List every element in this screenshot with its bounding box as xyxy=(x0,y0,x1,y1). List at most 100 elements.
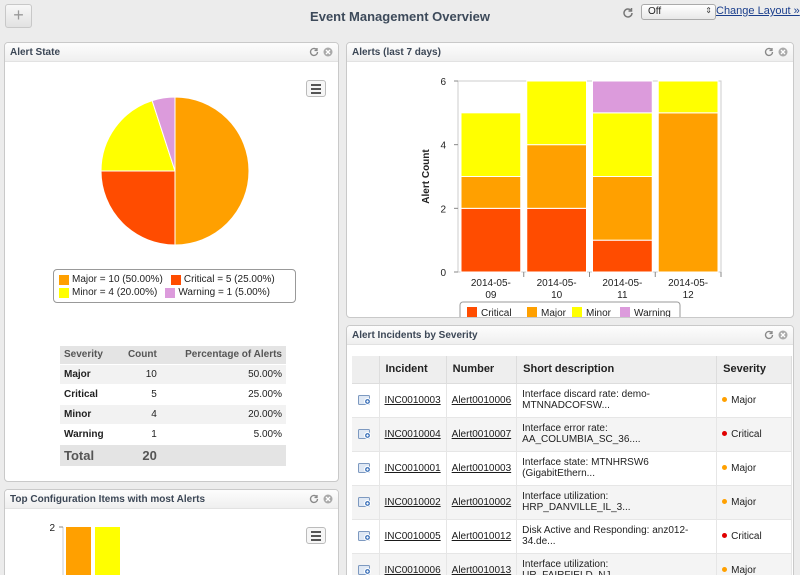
short-description: Interface error rate: AA_COLUMBIA_SC_36..… xyxy=(516,417,718,452)
refresh-icon[interactable] xyxy=(764,47,774,57)
svg-text:Critical: Critical xyxy=(481,308,512,318)
count-column-header: Count xyxy=(116,346,161,365)
severity-dot xyxy=(722,465,728,471)
bar-major-2014-05-12[interactable] xyxy=(657,112,719,273)
preview-record-icon[interactable] xyxy=(358,530,372,542)
x-tick-label: 2014-05- xyxy=(471,278,511,289)
short-description: Interface discard rate: demo- MTNNADCOFSW… xyxy=(516,383,718,418)
top-config-items-header: Top Configuration Items with most Alerts xyxy=(5,490,338,509)
severity-cell: Major xyxy=(716,553,792,575)
table-row: INC0010004 Alert0010007 Interface error ra… xyxy=(352,417,792,452)
severity-label: Major xyxy=(731,394,757,406)
severity-cell: Major xyxy=(716,485,792,520)
bar-major-2014-05-10[interactable] xyxy=(526,144,587,209)
incident-link[interactable]: INC0010002 xyxy=(385,497,441,508)
close-icon[interactable] xyxy=(778,330,788,340)
icon-column-header xyxy=(352,356,380,384)
close-icon[interactable] xyxy=(323,47,333,57)
bar-minor-2014-05-11[interactable] xyxy=(592,112,653,177)
incident-link[interactable]: INC0010005 xyxy=(385,531,441,542)
severity-cell: Critical xyxy=(716,417,792,452)
table-row: INC0010002 Alert0010002 Interface utilizat… xyxy=(352,485,792,520)
preview-record-icon[interactable] xyxy=(358,394,372,406)
incident-link[interactable]: INC0010001 xyxy=(385,463,441,474)
preview-icon-cell[interactable] xyxy=(352,451,380,486)
x-tick-label: 11 xyxy=(617,290,628,301)
incidents-header: Alert Incidents by Severity xyxy=(347,326,793,345)
severity-column-header[interactable]: Severity xyxy=(716,356,792,384)
refresh-icon[interactable] xyxy=(764,330,774,340)
svg-text:Warning: Warning xyxy=(634,308,671,318)
short-description: Interface utilization: HRP_DANVILLE_IL_3.… xyxy=(516,485,718,520)
chart-menu-button[interactable] xyxy=(306,527,326,544)
bar-legend: Critical Major Minor Warning xyxy=(459,301,681,318)
refresh-icon[interactable] xyxy=(309,47,319,57)
alerts-7days-header: Alerts (last 7 days) xyxy=(347,43,793,62)
bar-minor-2014-05-12[interactable] xyxy=(657,80,719,114)
incident-link[interactable]: INC0010006 xyxy=(385,565,441,575)
number-column-header[interactable]: Number xyxy=(446,356,518,384)
preview-icon-cell[interactable] xyxy=(352,519,380,554)
preview-record-icon[interactable] xyxy=(358,496,372,508)
refresh-interval-select[interactable]: Off ⇕ xyxy=(641,4,716,20)
preview-icon-cell[interactable] xyxy=(352,383,380,418)
alert-number-link[interactable]: Alert0010012 xyxy=(452,531,512,542)
alert-number-link[interactable]: Alert0010007 xyxy=(452,429,512,440)
legend-item-warning[interactable]: Warning = 1 (5.00%) xyxy=(165,286,270,299)
alert-number-link[interactable]: Alert0010003 xyxy=(452,463,512,474)
severity-dot xyxy=(722,499,728,505)
x-tick-label: 09 xyxy=(485,290,497,301)
incident-link[interactable]: INC0010003 xyxy=(385,395,441,406)
alert-number-link[interactable]: Alert0010002 xyxy=(452,497,512,508)
preview-record-icon[interactable] xyxy=(358,564,372,575)
alert-number-link[interactable]: Alert0010006 xyxy=(452,395,512,406)
table-row: Major 10 50.00% xyxy=(60,364,286,385)
bar-minor-2014-05-09[interactable] xyxy=(460,112,522,177)
close-icon[interactable] xyxy=(323,494,333,504)
legend-item-warning[interactable]: Warning xyxy=(620,307,671,318)
legend-item-major[interactable]: Major xyxy=(527,307,567,318)
severity-table: Severity Count Percentage of Alerts Majo… xyxy=(60,346,286,467)
severity-label: Major xyxy=(731,564,757,575)
bar-critical-2014-05-09[interactable] xyxy=(460,207,522,273)
incident-column-header[interactable]: Incident xyxy=(379,356,447,384)
table-row: INC0010006 Alert0010013 Interface utilizat… xyxy=(352,553,792,575)
preview-icon-cell[interactable] xyxy=(352,553,380,575)
total-value: 20 xyxy=(116,443,161,467)
incidents-title: Alert Incidents by Severity xyxy=(352,330,478,341)
bar-warning-2014-05-11[interactable] xyxy=(592,80,653,114)
bar-critical-2014-05-10[interactable] xyxy=(526,207,587,273)
preview-record-icon[interactable] xyxy=(358,462,372,474)
short-description: Interface utilization:UR_FAIRFIELD_NJ xyxy=(516,553,718,575)
description-column-header[interactable]: Short description xyxy=(516,356,718,384)
bar-major-2014-05-11[interactable] xyxy=(592,176,653,241)
refresh-icon[interactable] xyxy=(622,7,634,19)
ci-bar[interactable] xyxy=(66,527,91,575)
x-tick-label: 2014-05- xyxy=(602,278,642,289)
y-tick-label: 6 xyxy=(440,77,446,88)
preview-icon-cell[interactable] xyxy=(352,485,380,520)
bar-critical-2014-05-11[interactable] xyxy=(592,239,653,273)
legend-item-minor[interactable]: Minor = 4 (20.00%) xyxy=(59,286,157,299)
close-icon[interactable] xyxy=(778,47,788,57)
bar-major-2014-05-09[interactable] xyxy=(460,176,522,209)
pie-slice-critical[interactable] xyxy=(100,170,176,246)
ci-bar[interactable] xyxy=(95,527,120,575)
legend-item-critical[interactable]: Critical xyxy=(467,307,512,318)
alert-state-title: Alert State xyxy=(10,47,61,58)
legend-item-critical[interactable]: Critical = 5 (25.00%) xyxy=(170,273,275,286)
incident-link[interactable]: INC0010004 xyxy=(385,429,441,440)
pie-slice-major[interactable] xyxy=(174,96,250,246)
top-config-items-chart: 2 xyxy=(49,523,120,575)
svg-text:Minor: Minor xyxy=(586,308,612,318)
preview-record-icon[interactable] xyxy=(358,428,372,440)
legend-item-major[interactable]: Major = 10 (50.00%) xyxy=(59,273,163,286)
top-config-items-title: Top Configuration Items with most Alerts xyxy=(10,494,205,505)
alert-number-link[interactable]: Alert0010013 xyxy=(452,565,512,575)
refresh-interval-value: Off xyxy=(648,6,662,17)
bar-minor-2014-05-10[interactable] xyxy=(526,80,587,146)
refresh-icon[interactable] xyxy=(309,494,319,504)
change-layout-link[interactable]: Change Layout » xyxy=(716,5,800,17)
legend-item-minor[interactable]: Minor xyxy=(572,307,612,318)
preview-icon-cell[interactable] xyxy=(352,417,380,452)
